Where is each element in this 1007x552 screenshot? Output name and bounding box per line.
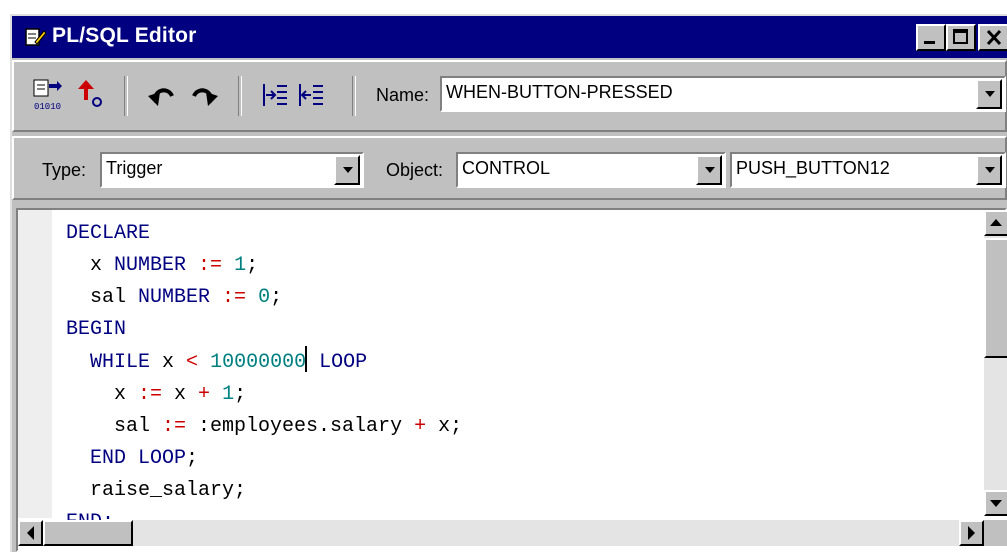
arrow-right-icon (968, 526, 975, 540)
object-label: Object: (386, 160, 444, 180)
item-dropdown-button[interactable] (976, 155, 1002, 185)
chevron-down-icon (343, 167, 353, 173)
indent-icon[interactable] (260, 82, 290, 110)
code-line: BEGIN (66, 318, 127, 341)
chevron-down-icon (985, 91, 995, 97)
code-line: END LOOP; (90, 447, 199, 470)
minimize-icon (924, 41, 935, 44)
code-editor[interactable]: DECLARE x NUMBER := 1; sal NUMBER := 0; … (16, 208, 1007, 552)
type-value: Trigger (106, 158, 163, 178)
code-area[interactable]: DECLARE x NUMBER := 1; sal NUMBER := 0; … (66, 218, 462, 539)
chevron-down-icon (705, 167, 715, 173)
code-line: x NUMBER := 1; (66, 254, 259, 277)
toolbar-separator (124, 76, 128, 116)
name-dropdown-button[interactable] (976, 79, 1002, 109)
item-value: PUSH_BUTTON12 (736, 158, 890, 178)
chevron-down-icon (985, 167, 995, 173)
vertical-scrollbar[interactable] (984, 210, 1007, 516)
type-label: Type: (42, 160, 87, 180)
code-line: raise_salary; (66, 479, 247, 502)
name-value: WHEN-BUTTON-PRESSED (446, 82, 673, 102)
scroll-right-button[interactable] (959, 520, 984, 546)
toolbar-separator (352, 76, 356, 116)
revert-icon[interactable] (72, 78, 104, 110)
title-bar[interactable]: PL/SQL Editor (12, 16, 1007, 58)
type-dropdown[interactable]: Trigger (100, 152, 364, 188)
name-dropdown[interactable]: WHEN-BUTTON-PRESSED (440, 76, 1006, 112)
toolbar-separator (238, 76, 242, 116)
scroll-down-button[interactable] (984, 490, 1007, 516)
redo-icon[interactable] (186, 82, 220, 110)
compile-icon[interactable]: 01010 (32, 78, 68, 112)
outdent-icon[interactable] (296, 82, 326, 110)
window-title: PL/SQL Editor (52, 24, 197, 47)
arrow-up-icon (990, 219, 1002, 226)
text-caret (305, 346, 308, 372)
pl-sql-editor-window: PL/SQL Editor 01010 Name: WHEN-BUTTON-PR… (10, 14, 1007, 552)
horizontal-scroll-thumb[interactable] (43, 520, 133, 546)
type-dropdown-button[interactable] (334, 155, 360, 185)
arrow-down-icon (990, 500, 1002, 507)
undo-icon[interactable] (146, 82, 180, 110)
maximize-button[interactable] (946, 24, 976, 51)
minimize-button[interactable] (916, 24, 946, 51)
scroll-left-button[interactable] (18, 520, 43, 546)
code-line: sal NUMBER := 0; (66, 286, 283, 309)
toolbar: 01010 Name: WHEN-BUTTON-PRESSED (12, 60, 1007, 132)
context-bar: Type: Trigger Object: CONTROL PUSH_BUTTO… (12, 136, 1007, 200)
object-value: CONTROL (462, 158, 551, 178)
close-icon (986, 29, 1002, 46)
close-button[interactable] (978, 24, 1007, 51)
code-line: DECLARE (66, 222, 151, 245)
vertical-scroll-thumb[interactable] (984, 238, 1007, 358)
object-dropdown-button[interactable] (696, 155, 722, 185)
scroll-up-button[interactable] (984, 210, 1007, 236)
svg-text:01010: 01010 (34, 102, 61, 112)
editor-gutter (18, 210, 52, 518)
object-dropdown[interactable]: CONTROL (456, 152, 726, 188)
scrollbar-corner (984, 520, 1007, 546)
code-line: WHILE x < 10000000 LOOP (66, 346, 367, 374)
item-dropdown[interactable]: PUSH_BUTTON12 (730, 152, 1006, 188)
horizontal-scrollbar[interactable] (18, 520, 984, 546)
code-line: x := x + 1; (66, 383, 247, 406)
maximize-icon (953, 29, 968, 44)
name-label: Name: (376, 85, 430, 105)
editor-icon (25, 28, 46, 46)
arrow-left-icon (27, 526, 34, 540)
code-line: sal := :employees.salary + x; (66, 415, 463, 438)
